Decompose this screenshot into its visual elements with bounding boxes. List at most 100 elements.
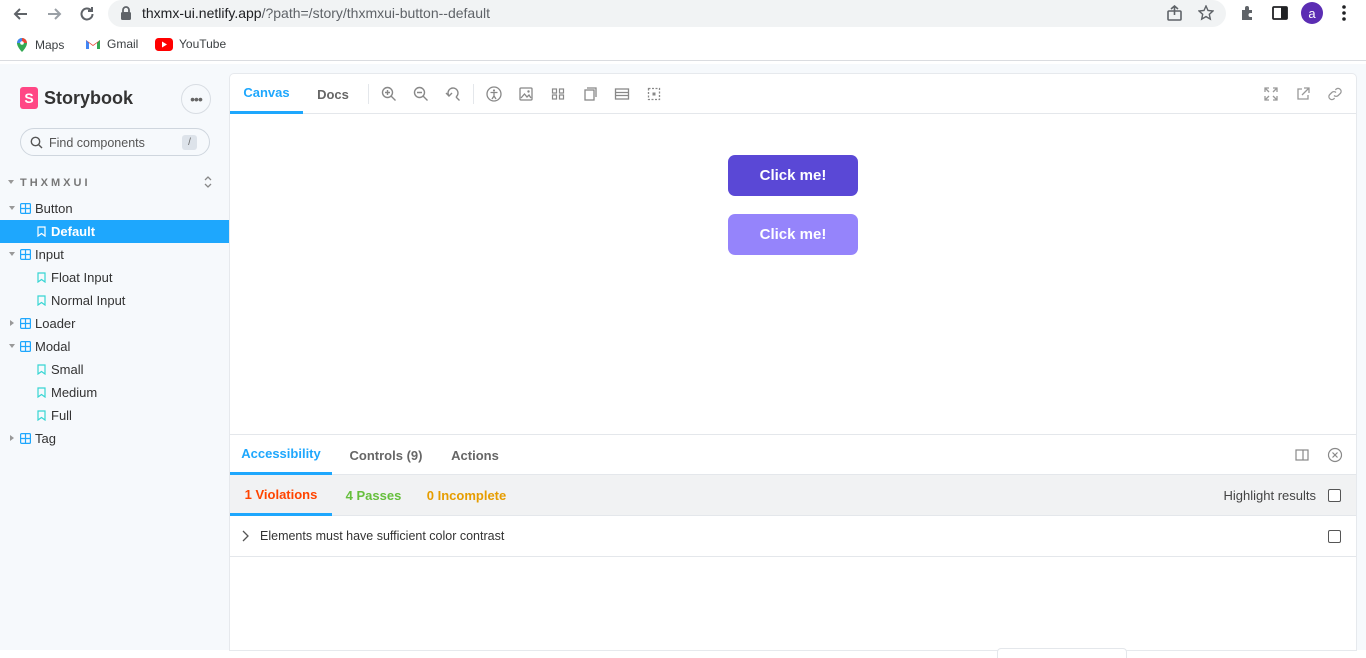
bookmark-icon xyxy=(37,364,46,375)
tab-docs[interactable]: Docs xyxy=(303,74,363,114)
chevron-right-icon xyxy=(241,530,249,542)
bookmark-label: Gmail xyxy=(107,37,139,51)
addon-tabs: Accessibility Controls (9) Actions xyxy=(230,435,1356,475)
tab-violations[interactable]: 1 Violations xyxy=(230,475,332,516)
bookmark-label: Maps xyxy=(35,38,65,52)
toolbar-divider xyxy=(473,84,474,104)
maps-pin-icon xyxy=(17,38,27,52)
sidebar-item-label: Loader xyxy=(35,316,76,331)
tab-accessibility[interactable]: Accessibility xyxy=(230,435,332,475)
preview-toolbar: Canvas Docs xyxy=(230,74,1356,114)
storybook-logo: S xyxy=(20,87,38,109)
group-label: THXMXUI xyxy=(20,177,91,189)
sidebar-item-button[interactable]: Button xyxy=(0,197,230,220)
star-icon[interactable] xyxy=(1198,5,1214,21)
bookmark-gmail[interactable]: Gmail xyxy=(85,37,138,51)
panel-orientation-icon[interactable] xyxy=(1295,448,1309,462)
caret-right-icon xyxy=(9,320,15,326)
sidebar-story-medium[interactable]: Medium xyxy=(0,381,230,404)
viewport-icon[interactable] xyxy=(582,86,598,102)
brand-name: Storybook xyxy=(44,87,134,108)
open-new-tab-icon[interactable] xyxy=(1295,86,1311,102)
zoom-out-icon[interactable] xyxy=(413,86,429,102)
click-me-button-primary[interactable]: Click me! xyxy=(728,155,858,196)
caret-down-icon xyxy=(9,251,15,257)
share-icon[interactable] xyxy=(1166,5,1184,21)
sidebar-item-loader[interactable]: Loader xyxy=(0,312,230,335)
bookmark-icon xyxy=(37,410,46,421)
sidebar-item-label: Default xyxy=(51,224,96,239)
bookmark-icon xyxy=(37,387,46,398)
click-me-button-secondary[interactable]: Click me! xyxy=(728,214,858,255)
tab-passes[interactable]: 4 Passes xyxy=(332,475,415,516)
caret-down-icon xyxy=(8,179,14,185)
tab-incomplete[interactable]: 0 Incomplete xyxy=(415,475,518,516)
fullscreen-icon[interactable] xyxy=(1263,86,1279,102)
search-field[interactable]: Find components / xyxy=(20,128,210,156)
violation-text: Elements must have sufficient color cont… xyxy=(260,529,505,543)
url-path: /?path=/story/thxmxui-button--default xyxy=(261,5,490,21)
forward-button[interactable] xyxy=(43,3,65,25)
toolbar-divider xyxy=(368,84,369,104)
bookmark-label: YouTube xyxy=(179,37,227,51)
tab-actions[interactable]: Actions xyxy=(442,435,508,475)
component-icon xyxy=(20,341,31,352)
grid-icon[interactable] xyxy=(550,86,566,102)
storybook-brand[interactable]: S Storybook xyxy=(20,87,133,109)
sidebar-story-normal-input[interactable]: Normal Input xyxy=(0,289,230,312)
sidebar-item-input[interactable]: Input xyxy=(0,243,230,266)
zoom-in-icon[interactable] xyxy=(381,86,397,102)
addons-panel: Accessibility Controls (9) Actions 1 Vio… xyxy=(230,434,1356,650)
reload-button[interactable] xyxy=(76,3,98,25)
zoom-reset-icon[interactable] xyxy=(445,86,461,102)
bookmark-icon xyxy=(37,272,46,283)
copy-link-icon[interactable] xyxy=(1327,86,1343,102)
expand-collapse-icon[interactable] xyxy=(204,176,212,188)
component-icon xyxy=(20,433,31,444)
sidebar-story-default[interactable]: Default xyxy=(0,220,230,243)
measure-icon[interactable] xyxy=(614,86,630,102)
url-host: thxmx-ui.netlify.app xyxy=(142,5,262,21)
sidebar-story-small[interactable]: Small xyxy=(0,358,230,381)
extensions-icon[interactable] xyxy=(1239,4,1257,22)
highlight-results-checkbox[interactable] xyxy=(1328,489,1341,502)
browser-toolbar: thxmx-ui.netlify.app/?path=/story/thxmxu… xyxy=(0,0,1366,27)
sidebar-item-label: Button xyxy=(35,201,73,216)
outline-icon[interactable] xyxy=(646,86,662,102)
url-text: thxmx-ui.netlify.app/?path=/story/thxmxu… xyxy=(142,5,490,21)
sidebar-item-label: Input xyxy=(35,247,64,262)
component-icon xyxy=(20,318,31,329)
search-shortcut-badge: / xyxy=(182,135,197,150)
more-vertical-icon[interactable] xyxy=(1338,4,1350,22)
profile-avatar[interactable]: a xyxy=(1301,2,1323,24)
violation-item[interactable]: Elements must have sufficient color cont… xyxy=(230,516,1356,557)
background-image-icon[interactable] xyxy=(518,86,534,102)
violation-highlight-checkbox[interactable] xyxy=(1328,530,1341,543)
a11y-results-tabs: 1 Violations 4 Passes 0 Incomplete Highl… xyxy=(230,475,1356,516)
caret-down-icon xyxy=(9,205,15,211)
component-icon xyxy=(20,249,31,260)
component-icon xyxy=(20,203,31,214)
story-canvas: Click me! Click me! xyxy=(230,115,1356,435)
tab-controls[interactable]: Controls (9) xyxy=(340,435,432,475)
sidebar-item-modal[interactable]: Modal xyxy=(0,335,230,358)
lock-icon xyxy=(120,6,132,20)
sidebar-item-label: Tag xyxy=(35,431,56,446)
sidebar-item-label: Full xyxy=(51,408,72,423)
tab-canvas[interactable]: Canvas xyxy=(230,74,303,114)
bookmark-youtube[interactable]: YouTube xyxy=(155,37,226,51)
sidebar-group-thxmxui[interactable]: THXMXUI xyxy=(8,176,222,190)
sidebar-menu-button[interactable]: ••• xyxy=(181,84,211,114)
caret-down-icon xyxy=(9,343,15,349)
sidebar-item-tag[interactable]: Tag xyxy=(0,427,230,450)
side-panel-icon[interactable] xyxy=(1271,4,1289,22)
accessibility-icon[interactable] xyxy=(486,86,502,102)
sidebar-story-full[interactable]: Full xyxy=(0,404,230,427)
sidebar-item-label: Normal Input xyxy=(51,293,126,308)
sidebar-item-label: Float Input xyxy=(51,270,113,285)
back-button[interactable] xyxy=(10,3,32,25)
sidebar-story-float-input[interactable]: Float Input xyxy=(0,266,230,289)
bookmark-maps[interactable]: Maps xyxy=(15,37,64,53)
close-panel-icon[interactable] xyxy=(1327,447,1343,463)
address-bar[interactable]: thxmx-ui.netlify.app/?path=/story/thxmxu… xyxy=(108,0,1226,27)
